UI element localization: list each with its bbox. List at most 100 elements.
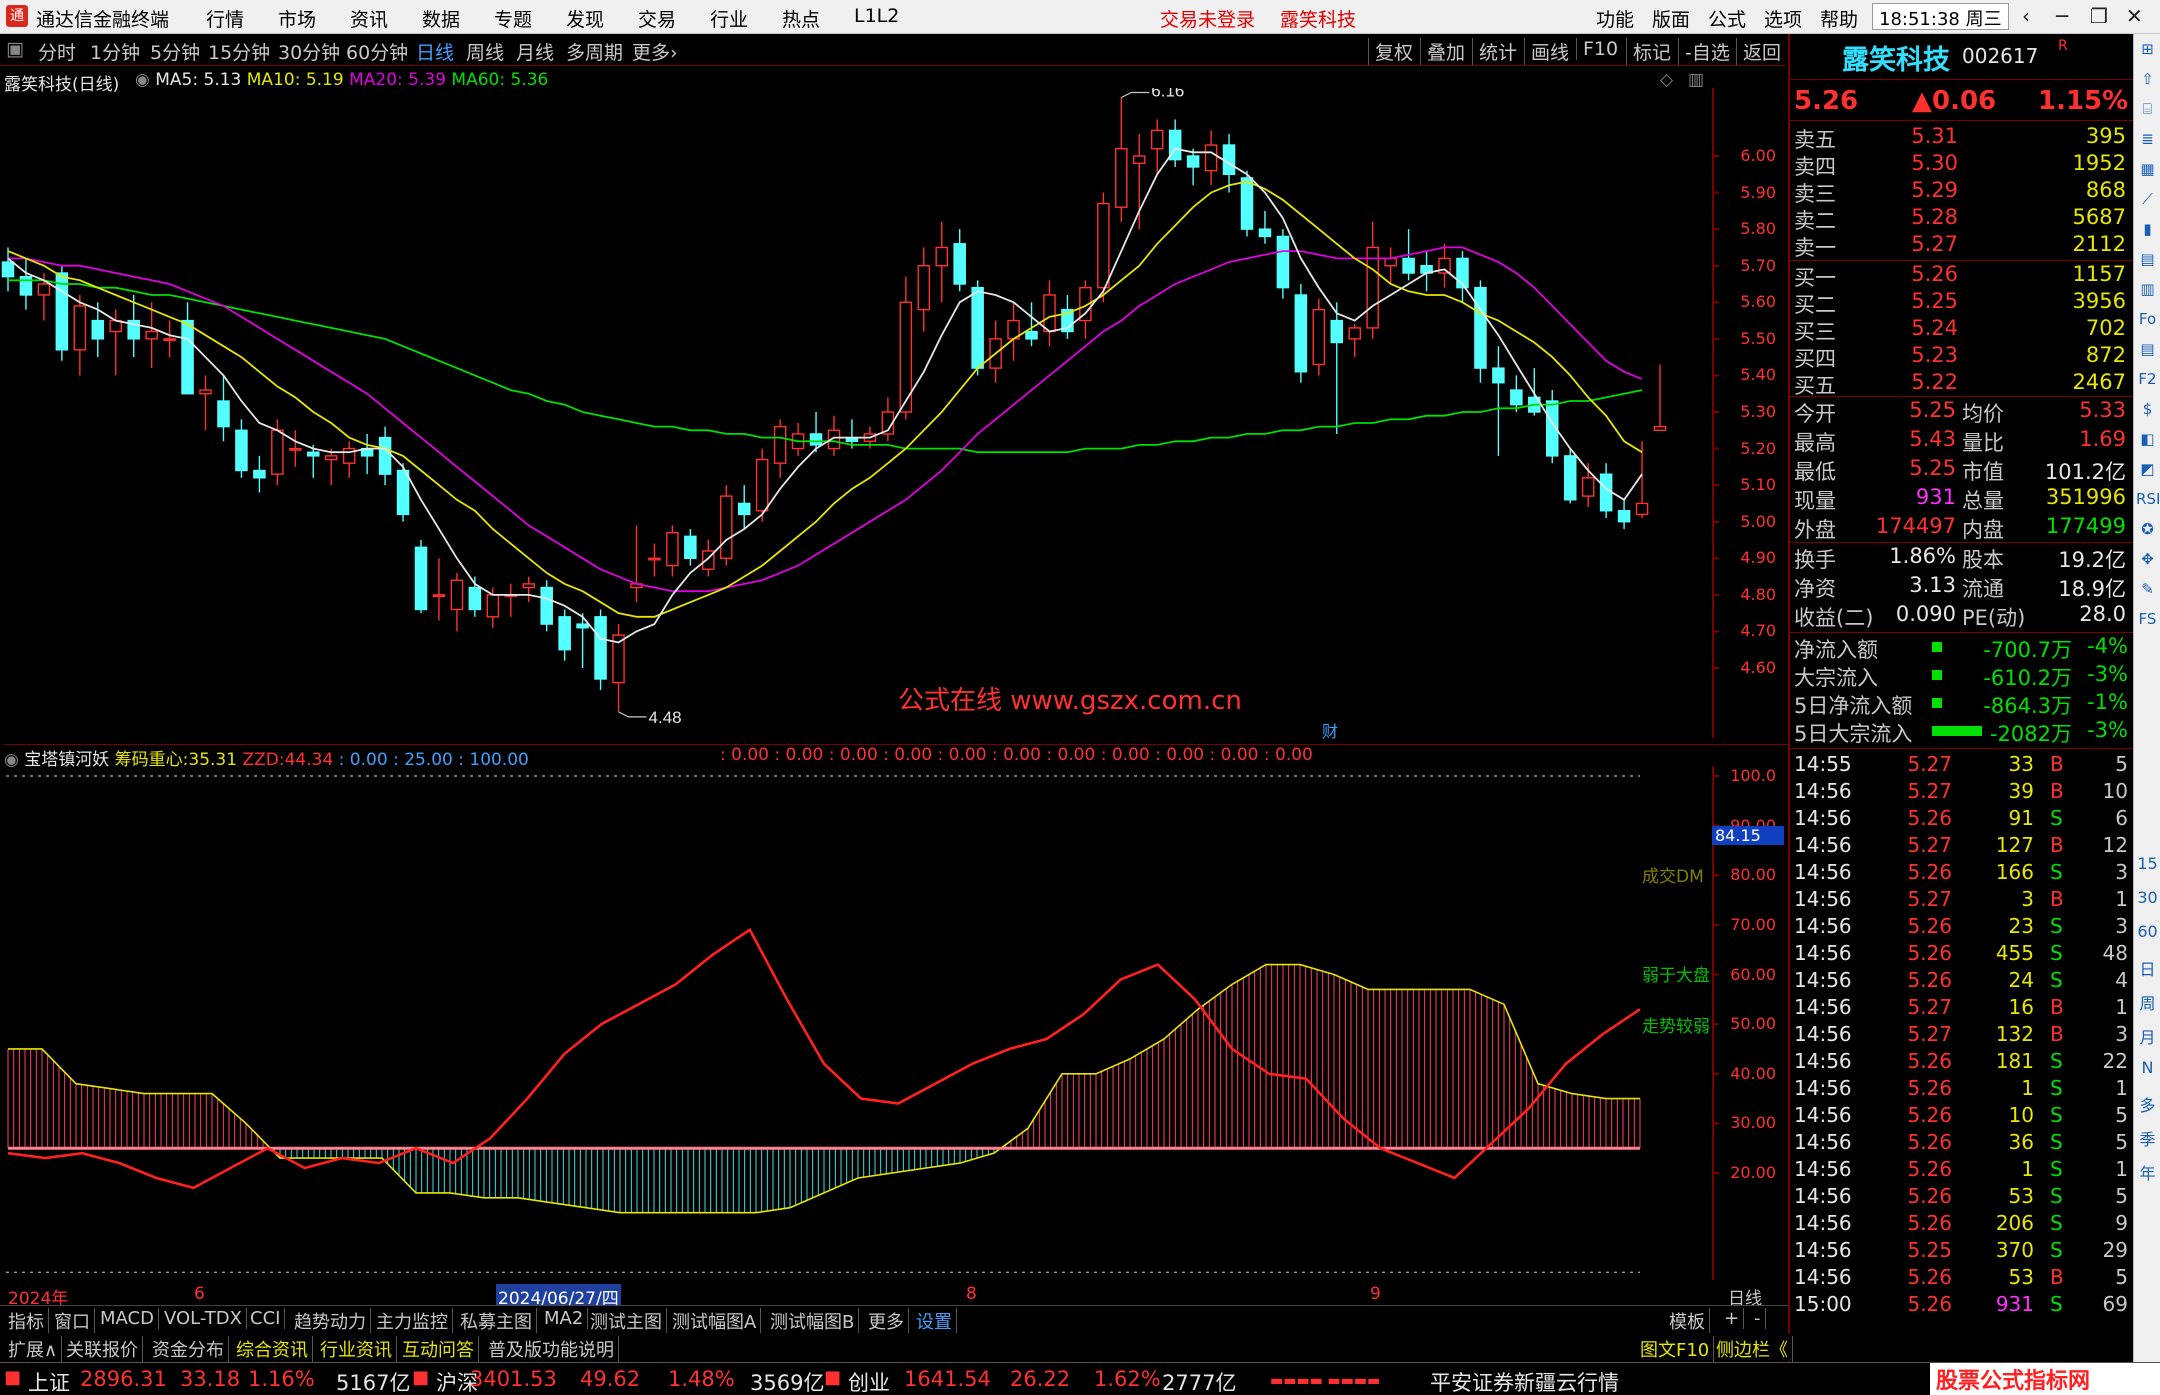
indicator-tab-15[interactable]: + xyxy=(1720,1308,1745,1329)
indicator-tab-13[interactable]: 设置 xyxy=(912,1308,957,1334)
side-table-icon[interactable]: ▦ xyxy=(2136,160,2159,178)
bid-row[interactable]: 买一 5.26 1157 xyxy=(1792,262,2130,290)
minimize-icon[interactable]: ─ xyxy=(2056,4,2068,28)
side-period-2[interactable]: 60 xyxy=(2136,922,2159,941)
side-chart-icon[interactable]: ◧ xyxy=(2136,430,2159,448)
indicator-tab-12[interactable]: 更多 xyxy=(864,1308,909,1334)
bid-row[interactable]: 买三 5.24 702 xyxy=(1792,316,2130,344)
menu-topics[interactable]: 专题 xyxy=(494,5,532,32)
info-tab-5[interactable]: 互动问答 xyxy=(398,1336,479,1362)
side-period-0[interactable]: 15 xyxy=(2136,854,2159,873)
side-f2-icon[interactable]: F2 xyxy=(2136,370,2159,388)
period-tab-weekly[interactable]: 周线 xyxy=(466,38,504,65)
close-icon[interactable]: ✕ xyxy=(2126,4,2143,28)
bid-row[interactable]: 买二 5.25 3956 xyxy=(1792,289,2130,317)
period-tab-30min[interactable]: 30分钟 xyxy=(278,38,340,65)
side-candle-icon[interactable]: ▮ xyxy=(2136,220,2159,238)
side-move-icon[interactable]: ✪ xyxy=(2136,520,2159,538)
finance-marker[interactable]: 财 xyxy=(1322,718,1338,742)
period-tab-monthly[interactable]: 月线 xyxy=(516,38,554,65)
indicator-tab-14[interactable]: 模板 xyxy=(1665,1308,1710,1334)
info-tab-2[interactable]: 资金分布 xyxy=(148,1336,229,1362)
menu-options[interactable]: 选项 xyxy=(1764,5,1802,32)
period-tab-15min[interactable]: 15分钟 xyxy=(208,38,270,65)
period-tab-1min[interactable]: 1分钟 xyxy=(90,38,140,65)
indicator-tab-11[interactable]: 测试幅图B xyxy=(766,1308,860,1334)
menu-discover[interactable]: 发现 xyxy=(566,5,604,32)
side-bars-icon[interactable]: ▤ xyxy=(2136,340,2159,358)
btn-mark[interactable]: 标记 xyxy=(1626,38,1671,65)
side-period-3[interactable]: 日 xyxy=(2136,956,2159,980)
candlestick-chart[interactable]: 6.16 4.48 xyxy=(0,88,1786,738)
indicator-tab-7[interactable]: 私募主图 xyxy=(456,1308,537,1334)
period-tab-minute[interactable]: 分时 xyxy=(38,38,76,65)
indicator-tab-5[interactable]: 趋势动力 xyxy=(290,1308,371,1334)
side-up-arrow-icon[interactable]: ⇧ xyxy=(2136,70,2159,88)
side-rsi-icon[interactable]: ◩ xyxy=(2136,460,2159,478)
indicator-tab-1[interactable]: 窗口 xyxy=(50,1308,95,1334)
info-tab-3[interactable]: 综合资讯 xyxy=(232,1336,313,1362)
ask-row[interactable]: 卖四 5.30 1952 xyxy=(1792,151,2130,179)
indicator-tab-9[interactable]: 测试主图 xyxy=(586,1308,667,1334)
bottom-f10-tab[interactable]: 图文F10 xyxy=(1636,1336,1715,1362)
btn-back[interactable]: 返回 xyxy=(1736,38,1781,65)
side-fs-icon[interactable]: ✎ xyxy=(2136,580,2159,598)
restore-icon[interactable]: ❐ xyxy=(2090,4,2108,28)
btn-stats[interactable]: 统计 xyxy=(1472,38,1517,65)
menu-market[interactable]: 市场 xyxy=(278,5,316,32)
menu-formula[interactable]: 公式 xyxy=(1708,5,1746,32)
side-line-chart-icon[interactable]: ⟋ xyxy=(2136,190,2159,208)
period-tab-60min[interactable]: 60分钟 xyxy=(346,38,408,65)
indicator-tab-6[interactable]: 主力监控 xyxy=(372,1308,453,1334)
ask-row[interactable]: 卖二 5.28 5687 xyxy=(1792,205,2130,233)
indicator-tab-8[interactable]: MA2 xyxy=(540,1308,589,1329)
ask-row[interactable]: 卖三 5.29 868 xyxy=(1792,178,2130,206)
toggle-icon[interactable]: ▣ xyxy=(6,38,24,60)
side-panel-icon[interactable]: ▤ xyxy=(2136,250,2159,268)
diamond-icon[interactable]: ◇ xyxy=(1660,70,1673,90)
indicator-toggle-icon[interactable]: ◉ xyxy=(135,70,150,90)
indicator-tab-2[interactable]: MACD xyxy=(96,1308,159,1329)
period-tab-multi[interactable]: 多周期 xyxy=(566,38,623,65)
btn-f10[interactable]: F10 xyxy=(1576,38,1618,60)
side-dollar-icon[interactable]: $ xyxy=(2136,400,2159,418)
indicator-tab-10[interactable]: 测试幅图A xyxy=(668,1308,762,1334)
indicator-tab-4[interactable]: CCI xyxy=(246,1308,286,1329)
side-period-7[interactable]: 多 xyxy=(2136,1092,2159,1116)
btn-overlay[interactable]: 叠加 xyxy=(1420,38,1465,65)
side-period-4[interactable]: 周 xyxy=(2136,990,2159,1014)
menu-help[interactable]: 帮助 xyxy=(1820,5,1858,32)
side-f10-icon[interactable]: Fo xyxy=(2136,310,2159,328)
ask-row[interactable]: 卖五 5.31 395 xyxy=(1792,124,2130,152)
info-tab-4[interactable]: 行业资讯 xyxy=(316,1336,397,1362)
indicator-tab-16[interactable]: - xyxy=(1750,1308,1766,1329)
side-alarm-icon[interactable]: RSI xyxy=(2136,490,2160,508)
side-grid-icon[interactable]: ⊞ xyxy=(2136,40,2159,58)
indicator-tab-0[interactable]: 指标 xyxy=(4,1308,49,1334)
info-tab-6[interactable]: 普及版功能说明 xyxy=(484,1336,619,1362)
menu-l1l2[interactable]: L1L2 xyxy=(854,5,899,27)
menu-quotes[interactable]: 行情 xyxy=(206,5,244,32)
menu-trade[interactable]: 交易 xyxy=(638,5,676,32)
back-icon[interactable]: ‹ xyxy=(2022,4,2030,28)
side-calc-icon[interactable]: ⌸ xyxy=(2136,100,2159,118)
sidebar-toggle-tab[interactable]: 侧边栏《 xyxy=(1712,1336,1793,1362)
menu-industry[interactable]: 行业 xyxy=(710,5,748,32)
period-tab-daily[interactable]: 日线 xyxy=(416,38,454,65)
side-period-6[interactable]: N xyxy=(2136,1058,2159,1077)
panel-toggle-icon[interactable]: ▥ xyxy=(1688,70,1704,90)
period-tab-more[interactable]: 更多› xyxy=(632,38,678,65)
menu-news[interactable]: 资讯 xyxy=(350,5,388,32)
side-pen-icon[interactable]: ✥ xyxy=(2136,550,2159,568)
bid-row[interactable]: 买四 5.23 872 xyxy=(1792,343,2130,371)
menu-hot[interactable]: 热点 xyxy=(782,5,820,32)
side-list-icon[interactable]: ≣ xyxy=(2136,130,2159,148)
tower-indicator-chart[interactable] xyxy=(0,766,1786,1280)
indicator-tab-3[interactable]: VOL-TDX xyxy=(160,1308,247,1329)
btn-draw[interactable]: 画线 xyxy=(1524,38,1569,65)
side-period-9[interactable]: 年 xyxy=(2136,1160,2159,1184)
trade-login-notice[interactable]: 交易未登录 xyxy=(1160,5,1255,32)
ask-row[interactable]: 卖一 5.27 2112 xyxy=(1792,232,2130,260)
side-doc-icon[interactable]: ▥ xyxy=(2136,280,2159,298)
info-tab-1[interactable]: 关联报价 xyxy=(62,1336,143,1362)
